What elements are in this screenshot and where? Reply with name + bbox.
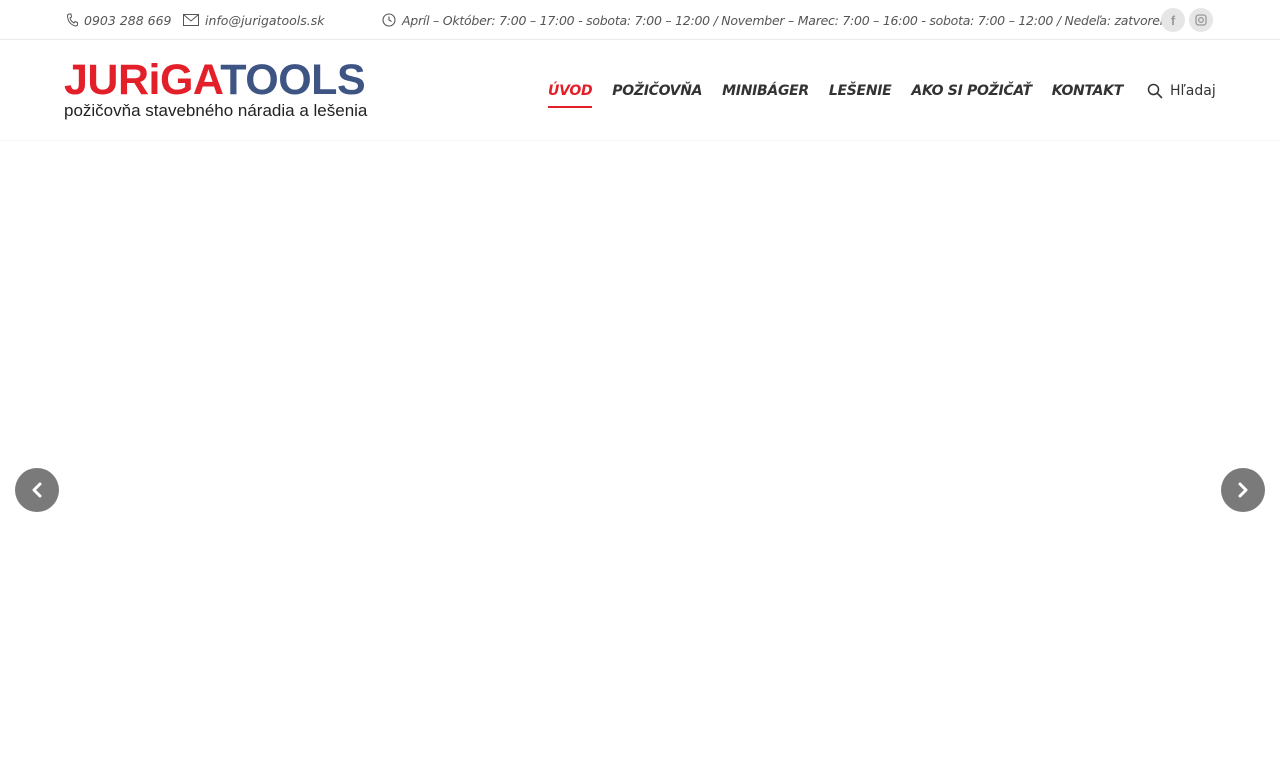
phone-contact[interactable]: 0903 288 669	[66, 0, 171, 40]
site-header: JURiGATOOLS požičovňa stavebného náradia…	[0, 40, 1280, 140]
nav-item-pozicovna[interactable]: POŽIČOVŇA	[612, 80, 702, 110]
slider-next-button[interactable]	[1221, 468, 1265, 512]
facebook-link[interactable]: f	[1161, 8, 1185, 32]
slider-prev-button[interactable]	[15, 468, 59, 512]
facebook-icon: f	[1170, 12, 1176, 28]
hero-slider	[0, 141, 1280, 768]
clock-icon	[382, 13, 396, 27]
opening-hours: Apríl – Október: 7:00 – 17:00 - sobota: …	[382, 0, 1175, 40]
search-button[interactable]: Hľadaj	[1147, 80, 1216, 102]
search-label: Hľadaj	[1170, 83, 1216, 99]
email-contact[interactable]: info@jurigatools.sk	[183, 0, 324, 40]
top-bar: 0903 288 669 info@jurigatools.sk Apríl –…	[0, 0, 1280, 40]
nav-item-ako-si-pozicat[interactable]: AKO SI POŽIČAŤ	[911, 80, 1032, 110]
logo-tagline: požičovňa stavebného náradia a lešenia	[64, 101, 368, 120]
phone-number[interactable]: 0903 288 669	[84, 13, 171, 28]
phone-icon	[66, 13, 78, 27]
logo-text-blue: TOOLS	[220, 56, 366, 104]
main-navigation: ÚVOD POŽIČOVŇA MINIBÁGER LEŠENIE AKO SI …	[548, 80, 1143, 110]
search-icon	[1147, 83, 1163, 99]
logo-text-drill-i: i	[148, 56, 161, 104]
instagram-icon	[1195, 14, 1207, 26]
opening-hours-text: Apríl – Október: 7:00 – 17:00 - sobota: …	[402, 12, 1175, 28]
nav-item-uvod[interactable]: ÚVOD	[548, 80, 593, 110]
nav-item-kontakt[interactable]: KONTAKT	[1052, 80, 1123, 110]
chevron-right-icon	[1238, 482, 1248, 498]
logo-text-red-2: GA	[159, 56, 221, 104]
nav-item-minibager[interactable]: MINIBÁGER	[722, 80, 809, 110]
chevron-left-icon	[32, 482, 42, 498]
site-logo[interactable]: JURiGATOOLS požičovňa stavebného náradia…	[64, 58, 374, 124]
email-address[interactable]: info@jurigatools.sk	[205, 13, 324, 28]
envelope-icon	[183, 14, 199, 26]
nav-item-lesenie[interactable]: LEŠENIE	[829, 80, 892, 110]
logo-text-red: JUR	[64, 56, 149, 104]
instagram-link[interactable]	[1189, 8, 1213, 32]
logo-wordmark: JURiGATOOLS	[64, 58, 374, 102]
